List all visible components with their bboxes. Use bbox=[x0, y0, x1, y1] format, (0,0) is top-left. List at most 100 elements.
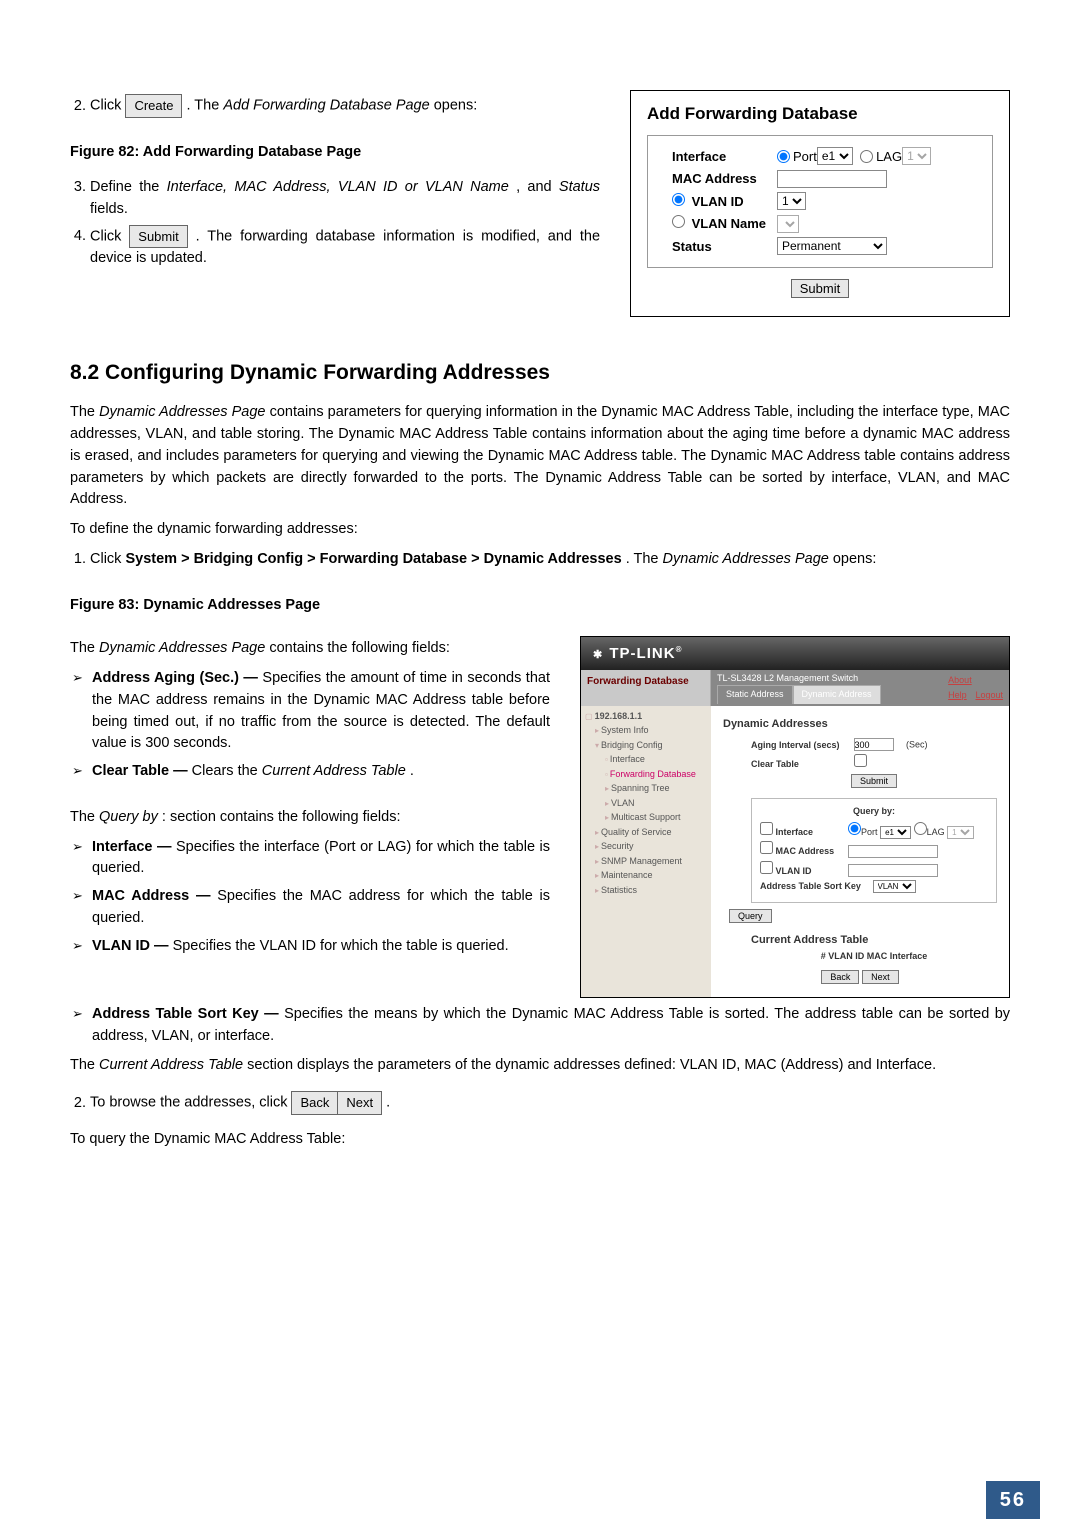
tree-item[interactable]: ▸Quality of Service bbox=[595, 826, 707, 840]
add-fwd-submit-button[interactable]: Submit bbox=[791, 279, 849, 298]
vlanname-radio[interactable] bbox=[672, 215, 685, 228]
steps-list-mid: Define the Interface, MAC Address, VLAN … bbox=[70, 177, 600, 270]
current-address-para: The Current Address Table section displa… bbox=[70, 1055, 1010, 1077]
tree-item[interactable]: ▸Security bbox=[595, 840, 707, 854]
port-select[interactable]: e1 bbox=[817, 147, 853, 165]
table-back-button[interactable]: Back bbox=[821, 970, 859, 984]
vlanname-select[interactable] bbox=[777, 215, 799, 233]
dyn-hdr-title: TL-SL3428 L2 Management Switch bbox=[717, 672, 881, 686]
tab-dynamic[interactable]: Dynamic Address bbox=[793, 685, 881, 704]
folder-icon: ▸ bbox=[595, 857, 599, 866]
port-label: Port bbox=[793, 147, 817, 167]
submit-row: Submit bbox=[647, 278, 993, 300]
qb-sort-select[interactable]: VLAN bbox=[873, 880, 916, 893]
step4-pre: Click bbox=[90, 228, 129, 244]
dyn-tabs: Static Address Dynamic Address bbox=[717, 685, 881, 704]
step3-mid: , and bbox=[516, 179, 559, 195]
tree-item[interactable]: ▸Maintenance bbox=[595, 869, 707, 883]
page-icon: ▫ bbox=[605, 755, 608, 764]
query-by-title: Query by: bbox=[760, 805, 988, 819]
query-vlan: VLAN ID — Specifies the VLAN ID for whic… bbox=[70, 936, 550, 958]
qb-mac-checkbox[interactable] bbox=[760, 841, 773, 854]
nav-tree: ▢192.168.1.1 ▸System Info ▾Bridging Conf… bbox=[581, 706, 711, 997]
query-button[interactable]: Query bbox=[729, 909, 772, 923]
tree-item[interactable]: ▸SNMP Management bbox=[595, 855, 707, 869]
section-para1: The Dynamic Addresses Page contains para… bbox=[70, 402, 1010, 511]
tree-item[interactable]: ▾Bridging Config ▫Interface ▫Forwarding … bbox=[595, 739, 707, 825]
qb-port-select[interactable]: e1 bbox=[880, 826, 911, 839]
table-header: # VLAN ID MAC Interface bbox=[751, 950, 997, 964]
qb-vlan: VLAN ID bbox=[760, 861, 988, 879]
row-vlanname: VLAN Name bbox=[672, 214, 992, 234]
table-next-button[interactable]: Next bbox=[862, 970, 899, 984]
dyn-submit-button[interactable]: Submit bbox=[851, 774, 897, 788]
tab-static[interactable]: Static Address bbox=[717, 685, 793, 704]
back-button-inline[interactable]: Back bbox=[291, 1091, 338, 1115]
qb-lag-radio[interactable] bbox=[914, 822, 927, 835]
submit-button-inline[interactable]: Submit bbox=[129, 225, 187, 249]
step-2: Click Create . The Add Forwarding Databa… bbox=[90, 94, 600, 118]
top-left-col: Click Create . The Add Forwarding Databa… bbox=[70, 90, 600, 317]
clear-checkbox[interactable] bbox=[854, 754, 867, 767]
create-button[interactable]: Create bbox=[125, 94, 182, 118]
step-3: Define the Interface, MAC Address, VLAN … bbox=[90, 177, 600, 221]
tree-root[interactable]: ▢192.168.1.1 bbox=[585, 710, 707, 724]
qb-iface-checkbox[interactable] bbox=[760, 822, 773, 835]
nav-steps: Click System > Bridging Config > Forward… bbox=[70, 549, 1010, 571]
vlanid-radio[interactable] bbox=[672, 193, 685, 206]
step3-end: fields. bbox=[90, 201, 128, 217]
tree-item[interactable]: ▸Statistics bbox=[595, 884, 707, 898]
section-8-2-heading: 8.2 Configuring Dynamic Forwarding Addre… bbox=[70, 357, 1010, 389]
step3-ital: Interface, MAC Address, VLAN ID or VLAN … bbox=[167, 179, 509, 195]
dyn-hdr-left: Forwarding Database bbox=[581, 670, 711, 706]
add-forwarding-figure: Add Forwarding Database Interface Port e… bbox=[630, 90, 1010, 317]
lag-label: LAG bbox=[876, 147, 902, 167]
qb-lag-select[interactable]: 1 bbox=[947, 826, 974, 839]
query-sort: Address Table Sort Key — Specifies the m… bbox=[70, 1004, 1010, 1048]
query-interface: Interface — Specifies the interface (Por… bbox=[70, 837, 550, 881]
next-button-inline[interactable]: Next bbox=[338, 1091, 382, 1115]
folder-icon: ▸ bbox=[595, 871, 599, 880]
dyn-main: Dynamic Addresses Aging Interval (secs) … bbox=[711, 706, 1009, 997]
folder-icon: ▸ bbox=[595, 828, 599, 837]
row-aging: Aging Interval (secs) (Sec) bbox=[751, 738, 997, 752]
qb-vlan-input[interactable] bbox=[848, 864, 938, 877]
qb-port-radio[interactable] bbox=[848, 822, 861, 835]
brand-name: TP-LINK bbox=[609, 645, 675, 662]
mac-input[interactable] bbox=[777, 170, 887, 188]
qb-vlan-checkbox[interactable] bbox=[760, 861, 773, 874]
tree-item[interactable]: ▸Multicast Support bbox=[605, 811, 707, 825]
tree-item[interactable]: ▸Spanning Tree bbox=[605, 782, 707, 796]
folder-icon: ▸ bbox=[605, 784, 609, 793]
folder-icon: ▢ bbox=[585, 712, 593, 721]
dyn-links: About Help Logout bbox=[942, 673, 1003, 703]
steps-list-top: Click Create . The Add Forwarding Databa… bbox=[70, 94, 600, 118]
aging-input[interactable] bbox=[854, 738, 894, 751]
about-link[interactable]: About bbox=[948, 675, 972, 685]
folder-icon: ▸ bbox=[605, 799, 609, 808]
mac-label: MAC Address bbox=[672, 169, 777, 189]
brand-bar: ✱ TP-LINK® bbox=[581, 637, 1009, 670]
tree-item[interactable]: ▸System Info bbox=[595, 724, 707, 738]
qb-mac-input[interactable] bbox=[848, 845, 938, 858]
current-address-table-title: Current Address Table bbox=[751, 932, 997, 949]
tree-item[interactable]: ▫Forwarding Database bbox=[605, 768, 707, 782]
tree-item[interactable]: ▸VLAN bbox=[605, 797, 707, 811]
step-4: Click Submit . The forwarding database i… bbox=[90, 225, 600, 270]
page-number: 56 bbox=[986, 1481, 1040, 1519]
port-radio[interactable] bbox=[777, 150, 790, 163]
status-select[interactable]: Permanent bbox=[777, 237, 887, 255]
dynamic-addresses-figure: ✱ TP-LINK® Forwarding Database TL-SL3428… bbox=[580, 630, 1010, 998]
dyn-body: ▢192.168.1.1 ▸System Info ▾Bridging Conf… bbox=[581, 706, 1009, 997]
vlanid-select[interactable]: 1 bbox=[777, 192, 806, 210]
brand-logo-icon: ✱ bbox=[593, 649, 602, 661]
row-vlanid: VLAN ID 1 bbox=[672, 192, 992, 212]
vlanname-label: VLAN Name bbox=[672, 214, 777, 234]
help-link[interactable]: Help bbox=[948, 690, 967, 700]
lag-radio[interactable] bbox=[860, 150, 873, 163]
tree-item[interactable]: ▫Interface bbox=[605, 753, 707, 767]
figure-83-caption: Figure 83: Dynamic Addresses Page bbox=[70, 595, 1010, 617]
logout-link[interactable]: Logout bbox=[975, 690, 1003, 700]
lag-select[interactable]: 1 bbox=[902, 147, 931, 165]
mid-row: The Dynamic Addresses Page contains the … bbox=[70, 630, 1010, 998]
